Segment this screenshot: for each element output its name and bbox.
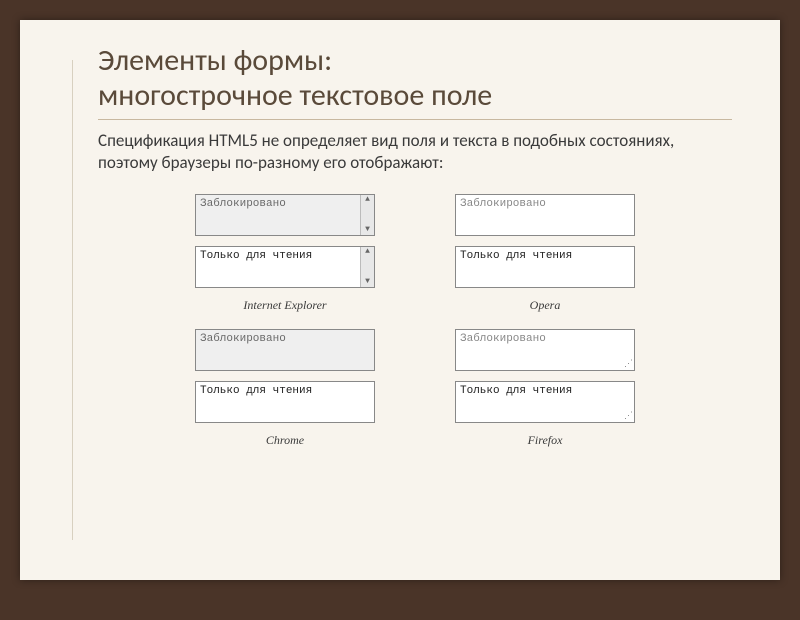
textarea-text: Заблокировано [200, 198, 360, 232]
opera-disabled-textarea: Заблокировано [455, 194, 635, 236]
caption-ie: Internet Explorer [243, 298, 326, 313]
col-ie: Заблокировано ▲ ▼ Только для чтения ▲ ▼ … [175, 194, 395, 313]
title-line-2: многострочное текстовое поле [98, 77, 492, 114]
col-opera: Заблокировано Только для чтения Opera [435, 194, 655, 313]
caption-firefox: Firefox [528, 433, 563, 448]
textarea-text: Заблокировано [460, 198, 546, 210]
ie-readonly-textarea: Только для чтения ▲ ▼ [195, 246, 375, 288]
textarea-text: Только для чтения [460, 385, 572, 397]
col-chrome: Заблокировано Только для чтения Chrome [175, 329, 395, 448]
slide-title: Элементы формы: многострочное текстовое … [98, 44, 732, 120]
scroll-down-icon: ▼ [365, 225, 370, 235]
title-line-1: Элементы формы: [98, 42, 332, 79]
textarea-text: Заблокировано [460, 333, 546, 345]
scroll-up-icon: ▲ [365, 195, 370, 205]
scrollbar: ▲ ▼ [360, 247, 374, 287]
ie-disabled-textarea: Заблокировано ▲ ▼ [195, 194, 375, 236]
scroll-up-icon: ▲ [365, 247, 370, 257]
textarea-text: Только для чтения [200, 385, 312, 397]
slide-body-text: Спецификация HTML5 не определяет вид пол… [98, 130, 732, 174]
chrome-disabled-textarea: Заблокировано [195, 329, 375, 371]
opera-readonly-textarea: Только для чтения [455, 246, 635, 288]
resize-handle-icon: ⋰ [623, 359, 633, 369]
slide: Элементы формы: многострочное текстовое … [20, 20, 780, 580]
scrollbar: ▲ ▼ [360, 195, 374, 235]
chrome-readonly-textarea: Только для чтения [195, 381, 375, 423]
caption-opera: Opera [530, 298, 561, 313]
examples-grid: Заблокировано ▲ ▼ Только для чтения ▲ ▼ … [175, 194, 655, 448]
scroll-down-icon: ▼ [365, 277, 370, 287]
resize-handle-icon: ⋰ [623, 411, 633, 421]
firefox-disabled-textarea: Заблокировано ⋰ [455, 329, 635, 371]
caption-chrome: Chrome [266, 433, 304, 448]
textarea-text: Только для чтения [200, 250, 360, 284]
textarea-text: Только для чтения [460, 250, 572, 262]
textarea-text: Заблокировано [200, 333, 286, 345]
firefox-readonly-textarea: Только для чтения ⋰ [455, 381, 635, 423]
col-firefox: Заблокировано ⋰ Только для чтения ⋰ Fire… [435, 329, 655, 448]
